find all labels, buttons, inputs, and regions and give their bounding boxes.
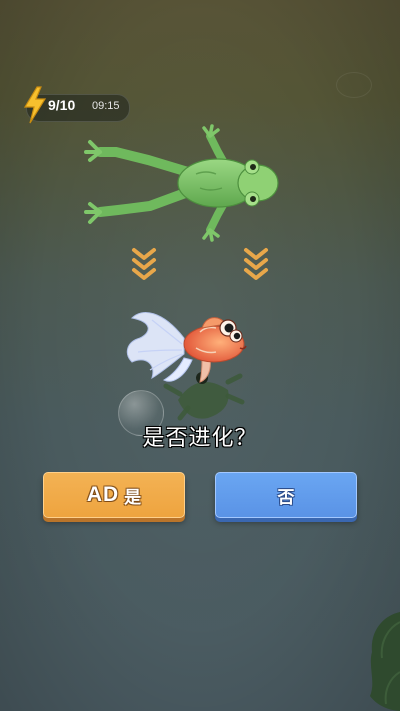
chevron-down-icon — [132, 248, 156, 280]
evolve-no-button[interactable]: 否 — [215, 472, 357, 518]
ad-tag: AD — [86, 483, 120, 506]
lightning-bolt-icon — [23, 86, 47, 124]
energy-timer: 09:15 — [92, 100, 120, 112]
goldfish-creature — [126, 312, 247, 383]
chevron-down-icon — [244, 248, 268, 280]
lily-pad-decoration — [370, 612, 400, 711]
evolve-yes-ad-button[interactable]: AD 是 — [43, 472, 185, 518]
water-ripple — [336, 72, 372, 98]
yes-button-label: 是 — [124, 487, 142, 508]
frog-creature — [84, 124, 279, 242]
energy-count: 9/10 — [48, 97, 76, 113]
evolve-question: 是否进化？ — [142, 426, 258, 451]
no-button-label: 否 — [277, 487, 295, 508]
